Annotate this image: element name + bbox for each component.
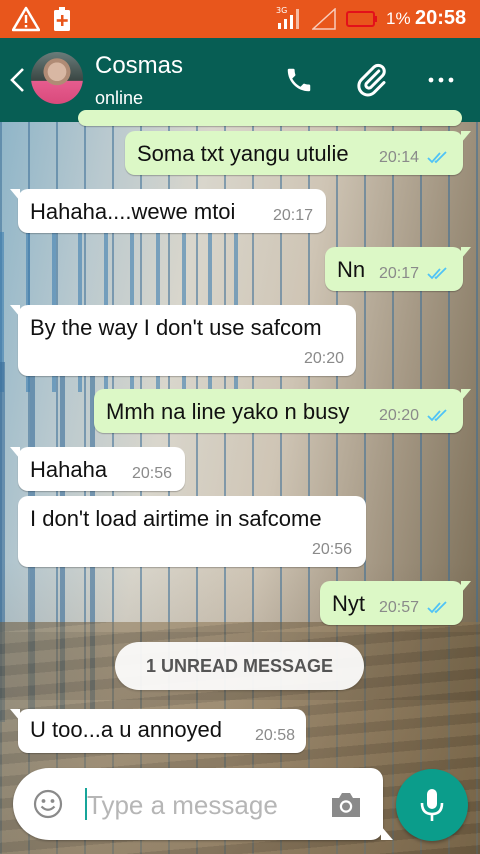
phone-icon[interactable] — [284, 65, 314, 95]
message-bubble-outgoing[interactable]: Mmh na line yako n busy 20:20 — [94, 389, 471, 433]
message-time: 20:57 — [379, 599, 420, 616]
message-text: Hahaha — [30, 457, 108, 482]
status-bar: 3G 1% 20:58 — [0, 0, 480, 38]
message-text: Mmh na line yako n busy — [106, 399, 350, 424]
message-time: 20:14 — [379, 149, 420, 166]
message-bubble-outgoing[interactable]: Nyt 20:57 — [320, 581, 471, 625]
avatar[interactable] — [31, 52, 83, 104]
camera-icon[interactable] — [329, 790, 363, 820]
message-bubble-outgoing[interactable]: Soma txt yangu utulie 20:14 — [125, 131, 471, 175]
message-bubble-incoming[interactable]: Hahaha 20:56 — [10, 447, 185, 491]
message-text: Nn — [337, 257, 366, 282]
message-bubble-incoming[interactable]: U too...a u annoyed 20:58 — [10, 709, 306, 753]
message-time: 20:58 — [255, 727, 296, 744]
message-time: 20:20 — [304, 350, 345, 367]
microphone-icon — [420, 789, 444, 821]
more-vert-icon[interactable] — [426, 68, 456, 92]
message-time: 20:20 — [379, 407, 420, 424]
signal-strength-icon — [312, 8, 336, 30]
emoji-icon[interactable] — [33, 789, 63, 819]
signal-3g-icon: 3G — [276, 6, 299, 29]
read-receipt-icon — [427, 601, 447, 614]
battery-saver-icon — [54, 7, 70, 31]
message-time: 20:56 — [312, 541, 353, 558]
read-receipt-icon — [427, 151, 447, 164]
message-text: U too...a u annoyed — [30, 717, 223, 742]
presence-status: online — [95, 88, 144, 108]
svg-text:3G: 3G — [276, 6, 287, 15]
message-time: 20:56 — [132, 465, 173, 482]
message-text: Nyt — [332, 591, 365, 616]
read-receipt-icon — [427, 267, 447, 280]
warning-icon — [12, 6, 40, 32]
message-text: I don't load airtime in safcome — [30, 506, 322, 531]
message-bubble-incoming[interactable]: I don't load airtime in safcome 20:56 — [18, 496, 366, 567]
message-time: 20:17 — [273, 207, 314, 224]
battery-percent: 1% — [386, 9, 411, 28]
message-text: Hahaha....wewe mtoi — [30, 199, 236, 224]
paperclip-icon[interactable] — [354, 62, 390, 98]
message-time: 20:17 — [379, 265, 420, 282]
message-bubble-incoming[interactable]: Hahaha....wewe mtoi 20:17 — [10, 189, 326, 233]
message-text: Soma txt yangu utulie — [137, 141, 349, 166]
message-bubble-incoming[interactable]: By the way I don't use safcom 20:20 — [10, 305, 356, 376]
message-input[interactable] — [87, 788, 317, 822]
message-text: By the way I don't use safcom — [30, 315, 322, 340]
message-composer — [13, 768, 393, 840]
battery-low-icon — [346, 11, 377, 27]
contact-name[interactable]: Cosmas — [95, 52, 183, 80]
message-bubble-outgoing[interactable]: Nn 20:17 — [325, 247, 471, 291]
status-time: 20:58 — [415, 7, 467, 29]
voice-record-button[interactable] — [396, 769, 468, 841]
back-arrow-icon[interactable] — [8, 66, 26, 94]
read-receipt-icon — [427, 409, 447, 422]
message-bubble-partial — [78, 110, 462, 126]
unread-messages-banner: 1 UNREAD MESSAGE — [115, 642, 364, 690]
